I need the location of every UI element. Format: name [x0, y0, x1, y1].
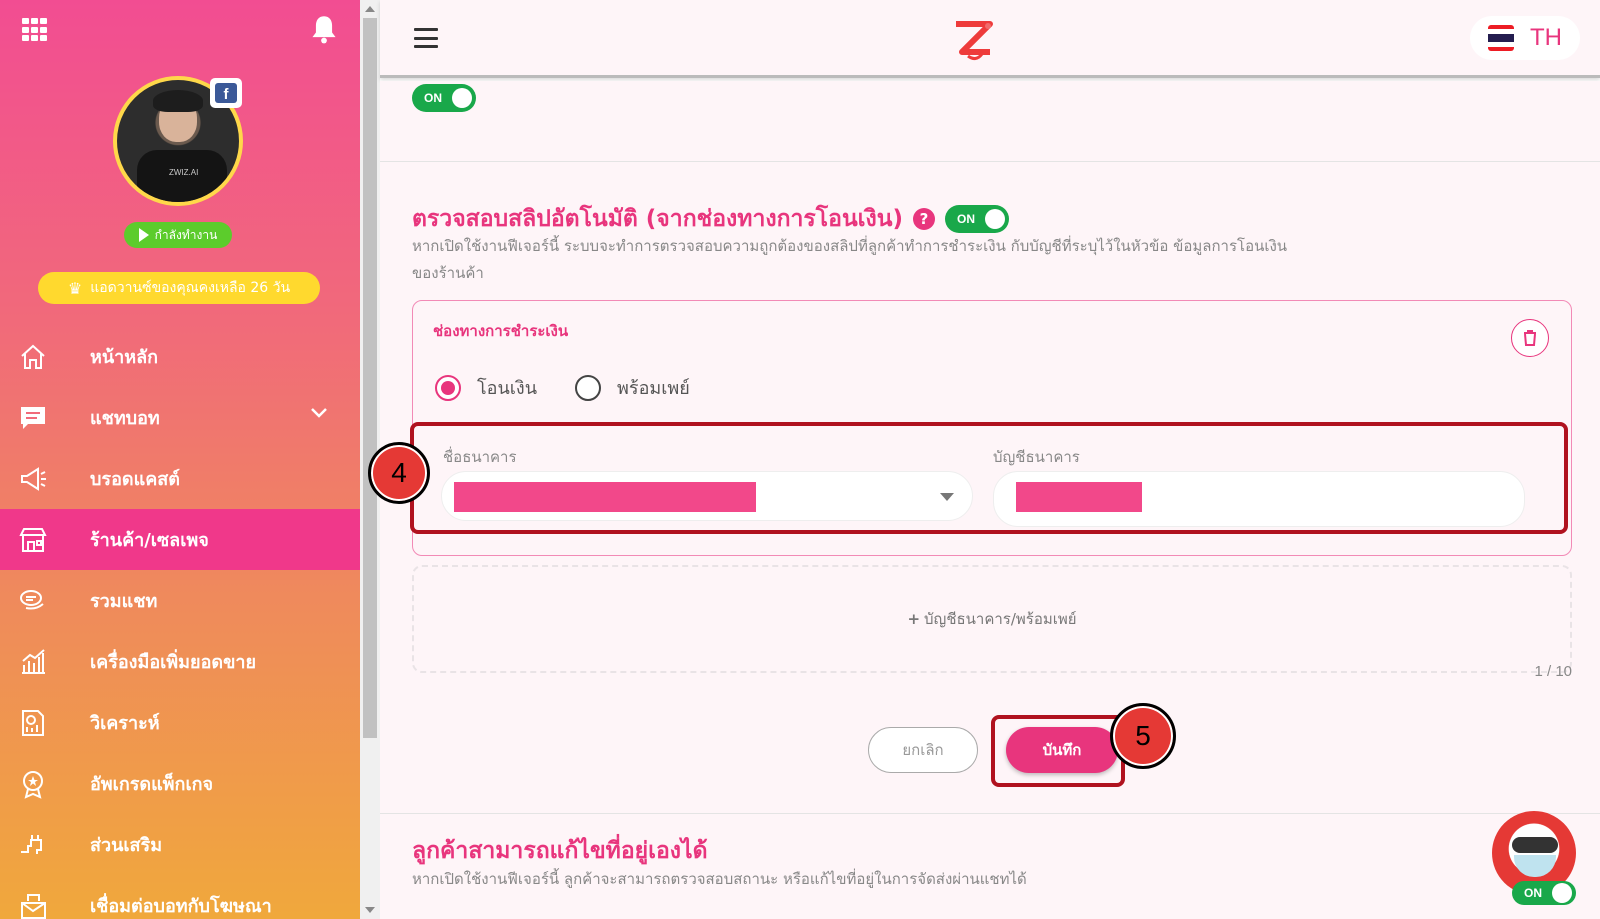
sidebar-item-sales-tools[interactable]: เครื่องมือเพิ่มยอดขาย — [0, 631, 360, 692]
megaphone-icon — [16, 462, 50, 496]
step-5-marker: 5 — [1110, 703, 1176, 769]
address-section-title: ลูกค้าสามารถแก้ไขที่อยู่เองได้ — [412, 838, 708, 864]
slip-check-toggle[interactable]: ON — [945, 205, 1009, 233]
cancel-button[interactable]: ยกเลิก — [868, 727, 978, 773]
analytics-icon — [16, 706, 50, 740]
sidebar-nav: หน้าหลัก แชทบอท บรอดแคสต์ ร้านค้า/เซลเพจ — [0, 326, 360, 919]
payment-type-radio-group: โอนเงิน พร้อมเพย์ — [435, 373, 712, 402]
slip-check-description: หากเปิดใช้งานฟีเจอร์นี้ ระบบจะทำการตรวจส… — [412, 237, 1288, 282]
section-divider — [380, 813, 1600, 814]
slip-check-section-title: ตรวจสอบสลิปอัตโนมัติ (จากช่องทางการโอนเง… — [412, 201, 1009, 237]
radio-transfer-label[interactable]: โอนเงิน — [477, 373, 537, 402]
store-icon — [16, 523, 50, 557]
chats-icon — [16, 584, 50, 618]
sidebar-item-label: บรอดแคสต์ — [90, 469, 180, 490]
toggle-knob — [452, 88, 472, 108]
scrollbar-thumb[interactable] — [363, 18, 377, 738]
step-4-highlight-box — [410, 422, 1568, 534]
sidebar-item-all-chats[interactable]: รวมแชท — [0, 570, 360, 631]
address-edit-toggle[interactable]: ON — [1512, 881, 1576, 905]
bell-icon[interactable] — [310, 14, 338, 44]
slip-check-title-text: ตรวจสอบสลิปอัตโนมัติ (จากช่องทางการโอนเง… — [412, 206, 903, 232]
language-selector[interactable]: TH — [1470, 16, 1580, 60]
help-icon[interactable]: ? — [913, 208, 935, 230]
sidebar-item-analytics[interactable]: วิเคราะห์ — [0, 692, 360, 753]
sales-chart-icon — [16, 645, 50, 679]
sidebar-item-addons[interactable]: ส่วนเสริม — [0, 814, 360, 875]
account-counter: 1 / 10 — [1534, 663, 1572, 680]
delete-button[interactable] — [1511, 319, 1549, 357]
ads-icon — [16, 889, 50, 919]
sidebar-item-label: ส่วนเสริม — [90, 835, 163, 856]
main-content: ON ตรวจสอบสลิปอัตโนมัติ (จากช่องทางการโอ… — [368, 81, 1600, 919]
sidebar-item-label: วิเคราะห์ — [90, 713, 160, 734]
toggle-knob — [985, 209, 1005, 229]
plus-icon: + — [907, 610, 921, 628]
sidebar-item-label: หน้าหลัก — [90, 347, 159, 368]
sidebar-item-label: เครื่องมือเพิ่มยอดขาย — [90, 652, 257, 673]
mascot-visor — [1512, 837, 1558, 853]
crown-icon: ♛ — [67, 278, 83, 298]
badge-icon — [16, 767, 50, 801]
apps-grid-icon[interactable] — [22, 18, 48, 42]
sidebar-item-ads-connect[interactable]: เชื่อมต่อบอทกับโฆษณา — [0, 875, 360, 919]
language-label: TH — [1530, 24, 1562, 51]
bot-status-label: กำลังทำงาน — [154, 227, 218, 242]
radio-promptpay[interactable] — [575, 374, 602, 401]
sidebar-item-broadcast[interactable]: บรอดแคสต์ — [0, 448, 360, 509]
bot-status-badge[interactable]: กำลังทำงาน — [124, 222, 232, 248]
play-icon — [138, 228, 149, 242]
trash-icon — [1524, 330, 1536, 346]
scroll-up-arrow-icon[interactable] — [365, 6, 375, 12]
chat-icon — [16, 401, 50, 435]
sidebar-item-label: รวมแชท — [90, 591, 158, 612]
sidebar-item-label: เชื่อมต่อบอทกับโฆษณา — [90, 896, 272, 917]
mascot-mask — [1514, 855, 1556, 877]
toggle-label: ON — [424, 91, 442, 105]
feature-toggle-top[interactable]: ON — [412, 84, 476, 112]
sidebar-item-upgrade[interactable]: อัพเกรดแพ็กเกจ — [0, 753, 360, 814]
top-bar: TH — [380, 0, 1600, 78]
chevron-down-icon[interactable] — [310, 407, 328, 419]
step-5-highlight-box — [991, 715, 1125, 787]
radio-promptpay-label[interactable]: พร้อมเพย์ — [617, 373, 690, 402]
facebook-icon: f — [210, 78, 242, 108]
trial-remaining-label: แอดวานซ์ของคุณคงเหลือ 26 วัน — [90, 280, 291, 296]
scroll-down-arrow-icon[interactable] — [365, 907, 375, 913]
sidebar-item-home[interactable]: หน้าหลัก — [0, 326, 360, 387]
home-icon — [16, 340, 50, 374]
sidebar: ZWIZ.AI f กำลังทำงาน ♛ แอดวานซ์ของคุณคงเ… — [0, 0, 360, 919]
add-bank-account-button[interactable]: + บัญชีธนาคาร/พร้อมเพย์ — [412, 565, 1572, 673]
radio-transfer[interactable] — [435, 374, 461, 401]
zwiz-logo[interactable] — [950, 18, 998, 64]
toggle-label: ON — [957, 212, 975, 226]
menu-icon[interactable] — [414, 28, 438, 48]
plugin-icon — [16, 828, 50, 862]
toggle-knob — [1552, 883, 1572, 903]
toggle-label: ON — [1524, 886, 1542, 900]
sidebar-item-chatbot[interactable]: แชทบอท — [0, 387, 360, 448]
sidebar-item-label: แชทบอท — [90, 408, 160, 429]
trial-remaining-badge[interactable]: ♛ แอดวานซ์ของคุณคงเหลือ 26 วัน — [38, 272, 320, 304]
add-bank-account-label: บัญชีธนาคาร/พร้อมเพย์ — [924, 610, 1077, 628]
step-4-marker: 4 — [368, 442, 430, 504]
thailand-flag-icon — [1488, 25, 1514, 51]
sidebar-item-store[interactable]: ร้านค้า/เซลเพจ — [0, 509, 360, 570]
sidebar-item-label: อัพเกรดแพ็กเกจ — [90, 774, 214, 795]
sidebar-item-label: ร้านค้า/เซลเพจ — [90, 530, 209, 551]
section-divider — [380, 161, 1600, 162]
payment-channel-label: ช่องทางการชำระเงิน — [433, 322, 569, 340]
address-section-description: หากเปิดใช้งานฟีเจอร์นี้ ลูกค้าจะสามารถตร… — [412, 870, 1027, 888]
